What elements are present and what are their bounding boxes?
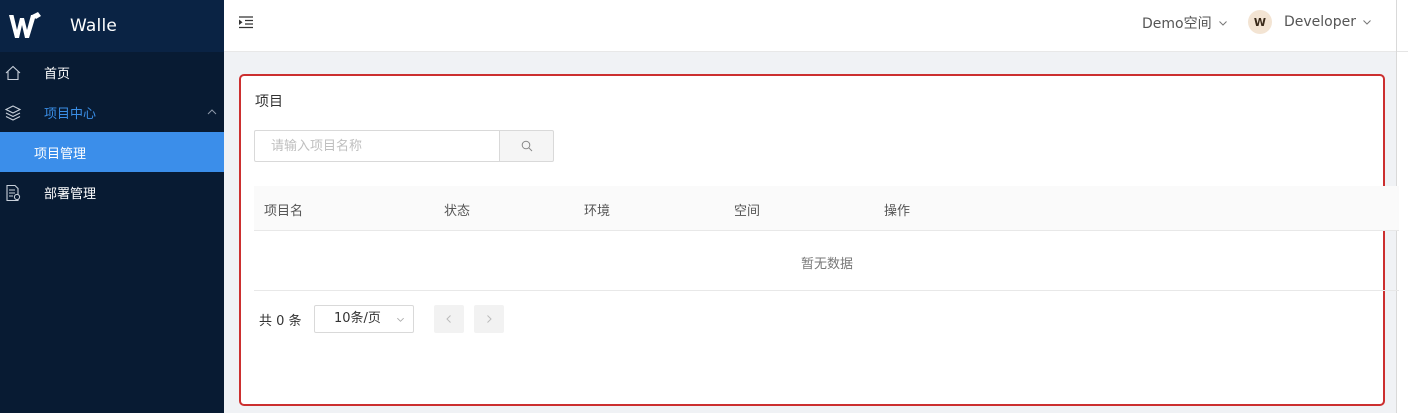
page-size-select[interactable]: 10条/页 xyxy=(314,305,414,333)
next-page-button[interactable] xyxy=(474,305,504,333)
sidebar-item-label: 项目中心 xyxy=(44,106,97,122)
page-size-value: 10条/页 xyxy=(334,311,381,326)
search-group xyxy=(254,130,554,162)
pagination: 共 0 条 10条/页 xyxy=(259,304,559,334)
search-icon xyxy=(521,140,532,152)
column-header-status: 状态 xyxy=(444,204,471,219)
sidebar-item-label: 首页 xyxy=(44,66,71,82)
chevron-down-icon xyxy=(1363,20,1371,25)
sidebar: Walle 首页 项目中心 项目管理 部署管理 xyxy=(0,0,224,413)
chevron-up-icon xyxy=(207,109,217,115)
empty-placeholder: 暂无数据 xyxy=(801,257,854,272)
table-header: 项目名 状态 环境 空间 操作 xyxy=(254,186,1399,231)
top-header: Demo空间 W Developer xyxy=(224,0,1396,52)
search-button[interactable] xyxy=(499,130,554,162)
column-header-actions: 操作 xyxy=(884,204,911,219)
table-body: 暂无数据 xyxy=(254,231,1399,291)
column-header-space: 空间 xyxy=(734,204,761,219)
logo[interactable]: Walle xyxy=(0,0,224,52)
avatar: W xyxy=(1248,10,1272,34)
menu-fold-icon[interactable] xyxy=(238,14,254,30)
chevron-down-icon xyxy=(1218,21,1227,26)
space-name: Demo空间 xyxy=(1142,16,1212,32)
search-input[interactable] xyxy=(254,130,499,162)
home-icon xyxy=(5,65,21,81)
total-count: 共 0 条 xyxy=(259,314,302,329)
sidebar-item-deploy-management[interactable]: 部署管理 xyxy=(0,172,224,212)
walle-logo-icon xyxy=(9,12,41,38)
space-switcher[interactable]: Demo空间 xyxy=(1142,13,1228,33)
edge-divider xyxy=(1397,0,1408,52)
sidebar-item-label: 部署管理 xyxy=(44,186,97,202)
project-list-card: 项目 项目名 状态 环境 空间 操作 暂无数据 共 0 条 10条/页 xyxy=(239,74,1399,406)
chevron-left-icon xyxy=(446,315,451,323)
sidebar-item-home[interactable]: 首页 xyxy=(0,52,224,92)
prev-page-button[interactable] xyxy=(434,305,464,333)
chevron-down-icon xyxy=(397,317,404,322)
page-title: 项目 xyxy=(255,94,283,110)
brand-name: Walle xyxy=(70,16,118,36)
sidebar-item-label: 项目管理 xyxy=(34,146,87,162)
sidebar-item-project-management[interactable]: 项目管理 xyxy=(0,132,224,172)
layers-icon xyxy=(4,105,22,121)
column-header-name: 项目名 xyxy=(264,204,304,219)
document-icon xyxy=(6,184,21,202)
chevron-right-icon xyxy=(487,315,492,323)
user-name: Developer xyxy=(1284,14,1357,30)
avatar-letter: W xyxy=(1253,15,1267,29)
column-header-environment: 环境 xyxy=(584,204,611,219)
user-menu[interactable]: W Developer xyxy=(1248,10,1372,34)
project-table: 项目名 状态 环境 空间 操作 暂无数据 xyxy=(254,186,1399,291)
sidebar-item-project-center[interactable]: 项目中心 xyxy=(0,92,224,132)
